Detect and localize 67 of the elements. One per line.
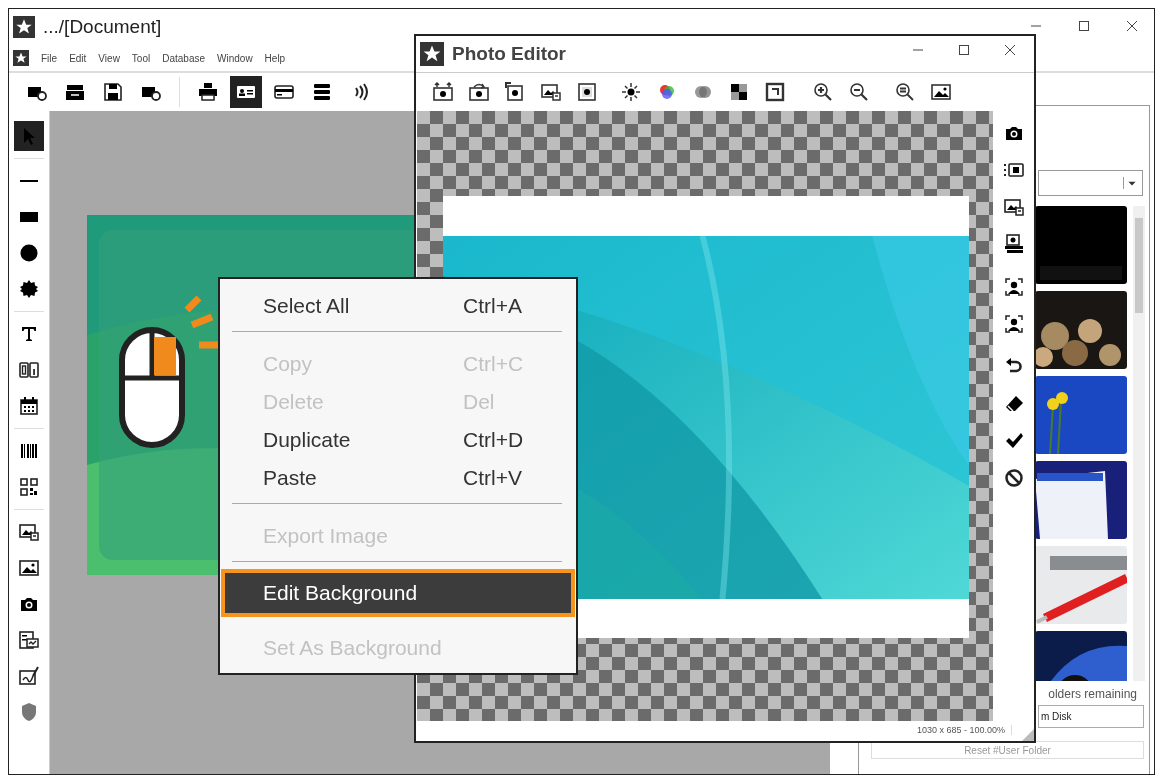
line-icon <box>19 180 39 182</box>
counter-icon <box>19 360 39 380</box>
image-icon <box>19 558 39 578</box>
logo-icon <box>420 42 444 66</box>
menu-item[interactable]: View <box>98 52 120 64</box>
close-icon[interactable] <box>1004 44 1016 56</box>
signature-card-icon <box>19 630 39 650</box>
circle-icon <box>19 243 39 263</box>
close-icon[interactable] <box>1126 20 1138 32</box>
menu-item[interactable]: Database <box>162 52 206 64</box>
calendar-icon <box>19 396 39 416</box>
tray-icon <box>65 82 85 102</box>
panel-button[interactable]: m Disk <box>1038 705 1144 728</box>
menu-item[interactable]: Edit <box>69 52 87 64</box>
image-icon[interactable] <box>931 82 951 102</box>
person-crop-icon[interactable] <box>1003 314 1024 334</box>
qr-code-icon <box>19 477 39 497</box>
menu-item[interactable]: Tool <box>131 52 151 64</box>
dropdown[interactable] <box>1038 170 1143 196</box>
logo-icon <box>13 50 29 66</box>
window-title: Photo Editor <box>452 43 566 65</box>
menu-item[interactable]: Help <box>264 52 286 64</box>
eraser-icon[interactable] <box>1003 394 1024 414</box>
shield-icon <box>19 702 39 722</box>
photo-rotate-icon[interactable] <box>469 82 489 102</box>
photo-swap-icon[interactable] <box>1003 197 1024 217</box>
photo-flip-icon[interactable] <box>505 82 525 102</box>
sun-icon[interactable] <box>621 82 641 102</box>
text-icon <box>19 324 39 344</box>
shortcut-text: Ctrl+V <box>463 466 522 490</box>
photo-frame-icon[interactable] <box>577 82 597 102</box>
shortcut-text: Ctrl+D <box>463 428 524 452</box>
checker-icon[interactable] <box>729 82 749 102</box>
credit-card-icon <box>274 82 294 102</box>
barcode-icon <box>19 441 39 461</box>
card-scan-icon[interactable] <box>1003 160 1024 180</box>
photo-up-icon[interactable] <box>433 82 453 102</box>
scrollbar[interactable] <box>1133 206 1145 681</box>
cancel-icon[interactable] <box>1003 468 1024 488</box>
maximize-icon[interactable] <box>958 44 970 56</box>
menu-item[interactable]: Window <box>217 52 253 64</box>
tool-button[interactable] <box>230 76 262 108</box>
zoom-in-icon[interactable] <box>813 82 833 102</box>
menu-item[interactable]: Duplicate Ctrl+D <box>220 421 576 459</box>
window-title: .../[Document] <box>43 16 162 38</box>
photo-swap-icon <box>19 522 39 542</box>
menu-item[interactable]: Select All Ctrl+A <box>220 287 576 325</box>
crop-icon[interactable] <box>765 82 785 102</box>
menu-item[interactable]: Paste Ctrl+V <box>220 459 576 497</box>
status-text: 1030 x 685 - 100.00% <box>916 725 1012 735</box>
id-stack-icon[interactable] <box>1003 234 1024 254</box>
signature-icon <box>19 666 39 686</box>
zoom-out-icon[interactable] <box>849 82 869 102</box>
person-crop-icon[interactable] <box>1003 277 1024 297</box>
logo-icon <box>13 16 35 38</box>
maximize-icon[interactable] <box>1078 20 1090 32</box>
menu-item[interactable]: Edit Background <box>221 569 575 617</box>
printer-icon <box>198 82 218 102</box>
color-dots-icon[interactable] <box>657 82 677 102</box>
seal-icon <box>19 279 39 299</box>
caret-icon <box>1123 177 1138 189</box>
status-text: olders remaining <box>1047 687 1138 701</box>
shortcut-text: Ctrl+A <box>463 294 522 318</box>
zoom-fit-icon[interactable] <box>895 82 915 102</box>
photo-swap-icon[interactable] <box>541 82 561 102</box>
menu-item[interactable]: File <box>41 52 58 64</box>
list-icon <box>312 82 332 102</box>
